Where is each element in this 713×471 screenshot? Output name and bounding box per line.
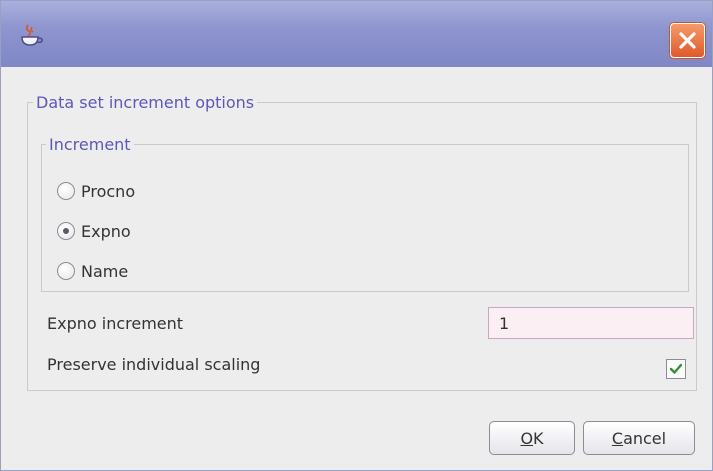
checkmark-icon [669,363,683,374]
java-cup-icon [16,21,44,49]
radio-expno-circle[interactable] [57,222,75,240]
radio-expno[interactable]: Expno [57,219,131,243]
close-button[interactable] [670,23,705,58]
ok-button[interactable]: OK [489,421,575,455]
dialog-window: Data set increment options Increment Pro… [0,0,713,471]
preserve-scaling-checkbox[interactable] [666,359,686,379]
options-group-legend: Data set increment options [33,93,258,113]
increment-group [41,144,689,292]
radio-procno[interactable]: Procno [57,179,135,203]
radio-procno-label: Procno [81,181,136,201]
cancel-button[interactable]: Cancel [583,421,695,455]
radio-name-circle[interactable] [57,262,75,280]
radio-name[interactable]: Name [57,259,128,283]
title-bar[interactable] [1,1,712,67]
cancel-button-label: Cancel [611,428,667,448]
increment-group-legend: Increment [46,135,134,155]
ok-button-label: OK [520,428,544,448]
preserve-scaling-label: Preserve individual scaling [47,355,261,374]
radio-name-label: Name [81,261,129,281]
radio-expno-label: Expno [81,221,131,241]
radio-procno-circle[interactable] [57,182,75,200]
expno-increment-input[interactable] [488,307,694,339]
expno-increment-label: Expno increment [47,314,184,333]
close-icon [679,32,696,49]
